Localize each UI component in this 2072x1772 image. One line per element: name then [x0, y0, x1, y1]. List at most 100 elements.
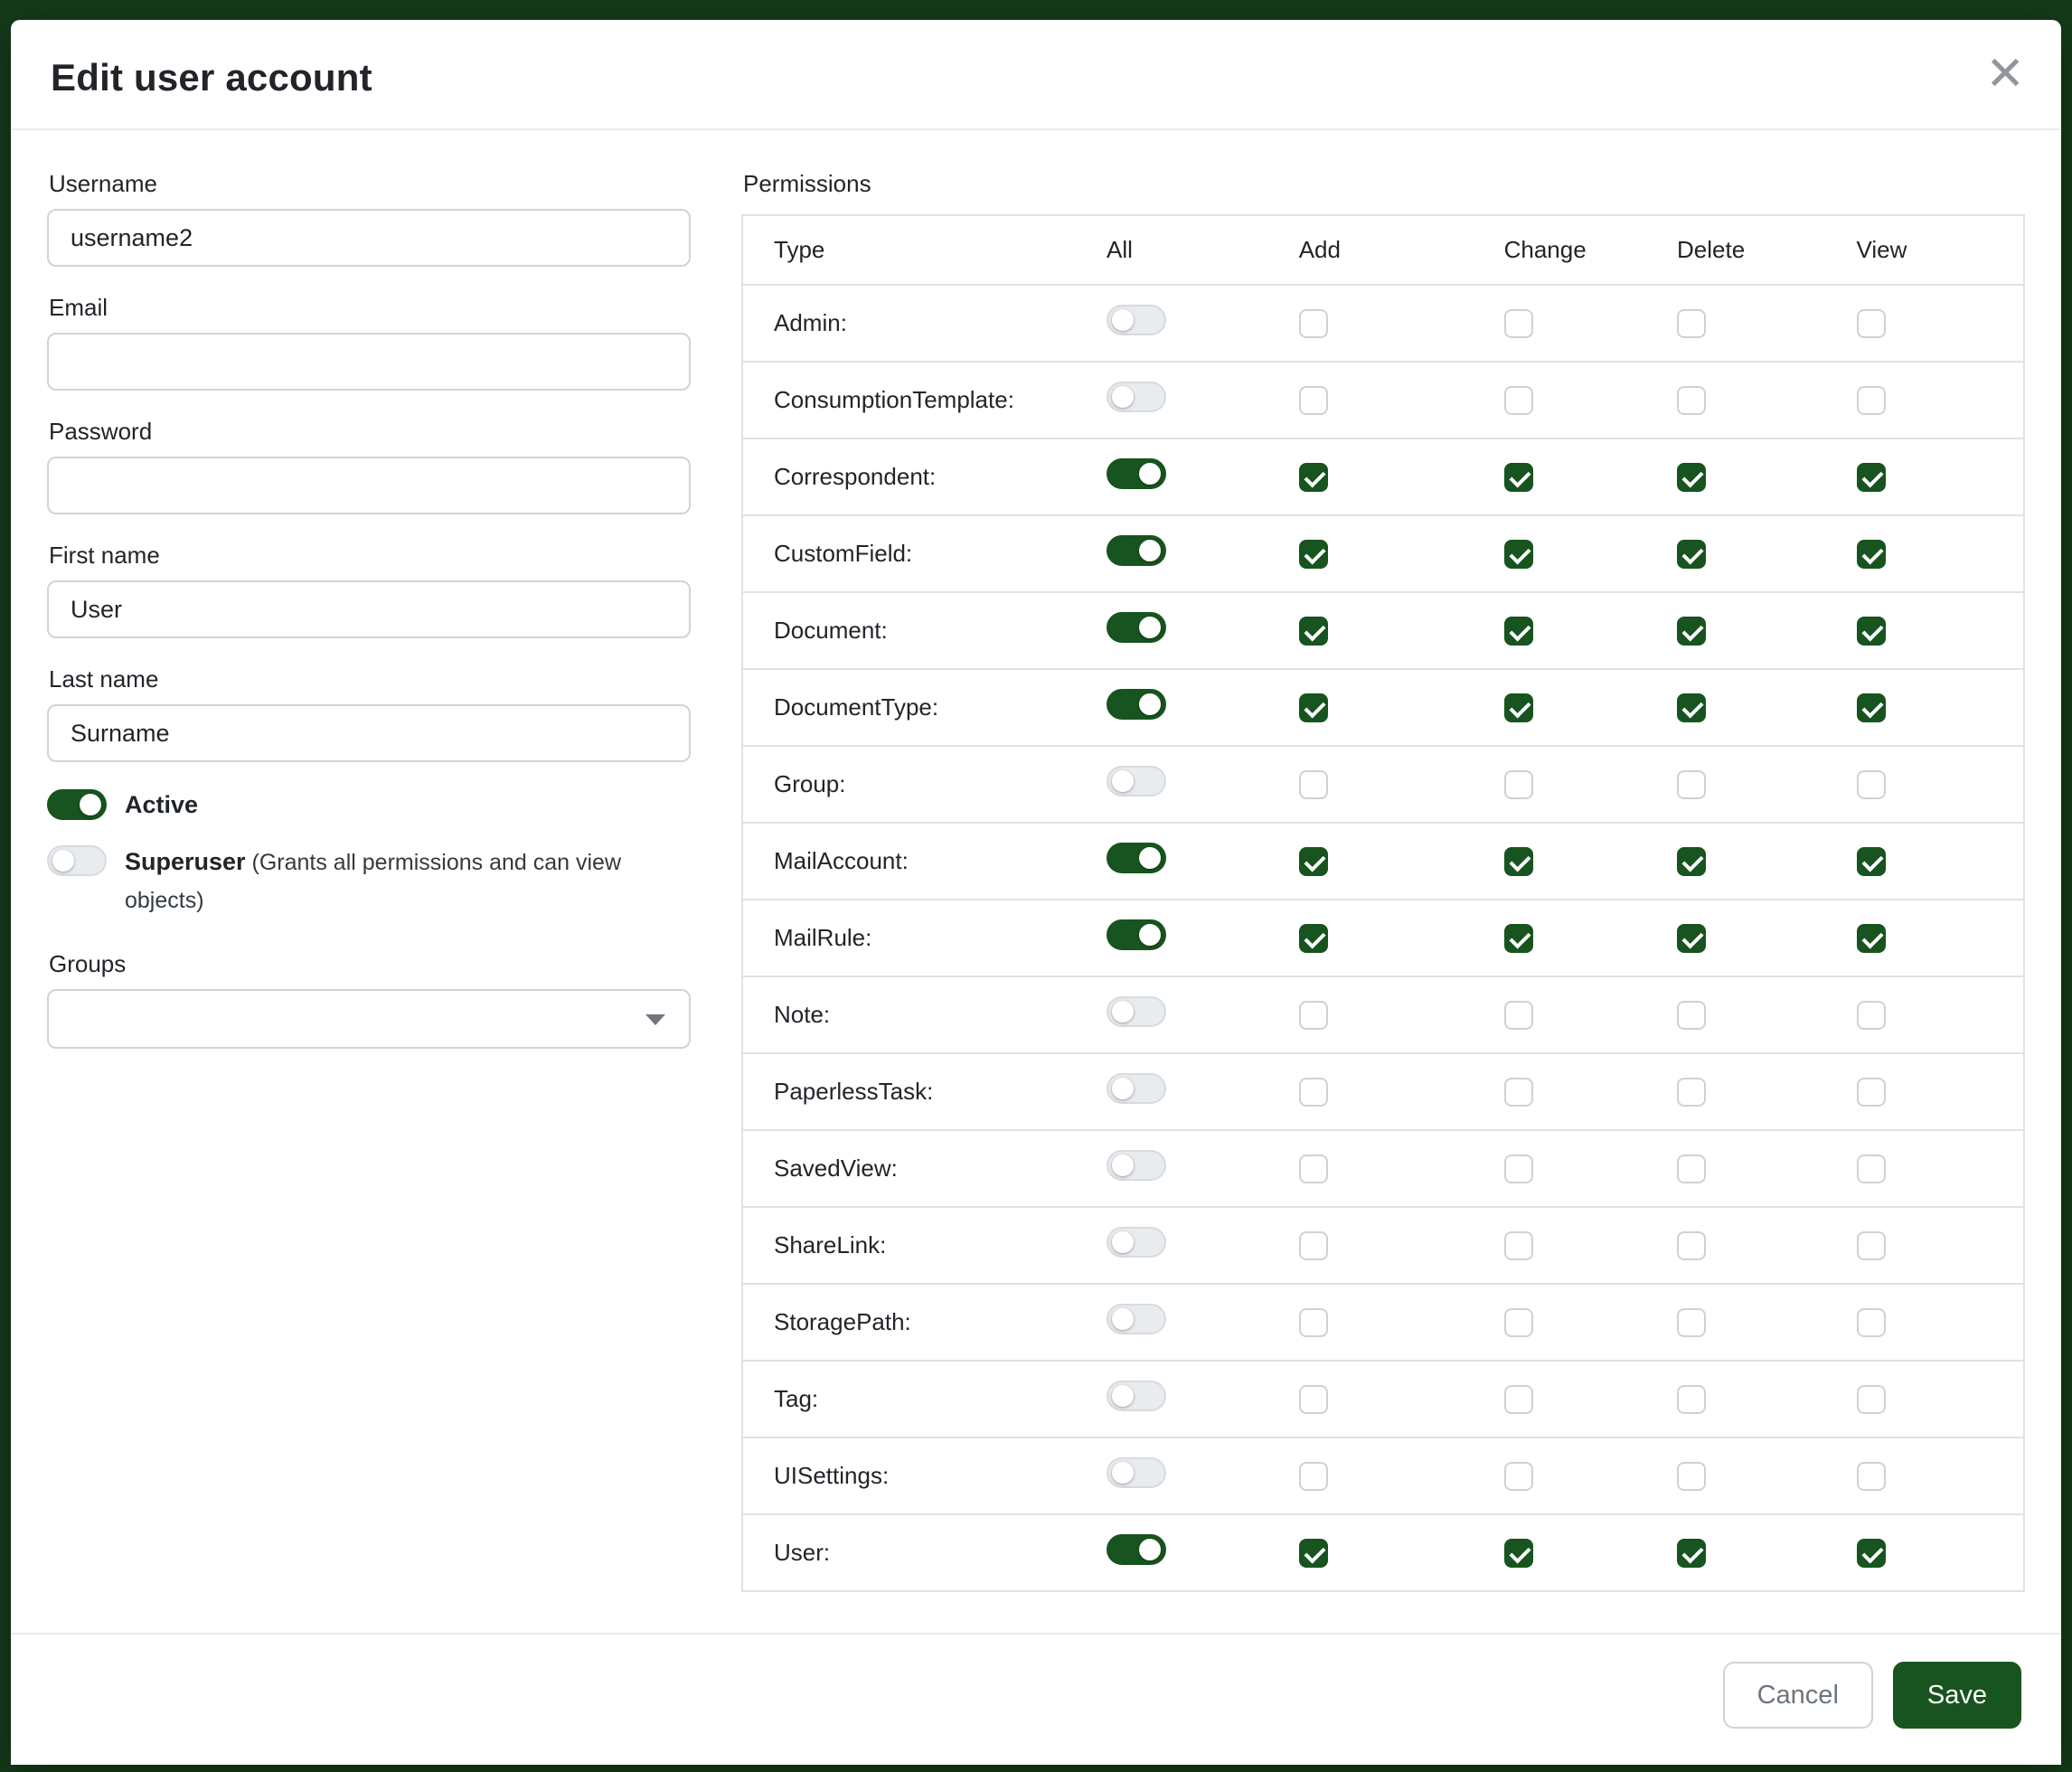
permission-checkbox-change[interactable]	[1504, 1231, 1533, 1260]
first-name-input[interactable]	[47, 580, 691, 638]
active-toggle[interactable]	[47, 789, 107, 820]
permission-checkbox-change[interactable]	[1504, 386, 1533, 415]
permission-toggle-all[interactable]	[1107, 612, 1166, 643]
permission-checkbox-view[interactable]	[1857, 1385, 1886, 1414]
permission-toggle-all[interactable]	[1107, 1304, 1166, 1334]
permission-checkbox-add[interactable]	[1299, 540, 1328, 569]
permission-checkbox-change[interactable]	[1504, 540, 1533, 569]
permission-toggle-all[interactable]	[1107, 1534, 1166, 1565]
permission-checkbox-delete[interactable]	[1677, 847, 1706, 876]
permission-checkbox-change[interactable]	[1504, 1078, 1533, 1107]
permission-checkbox-add[interactable]	[1299, 617, 1328, 646]
permission-checkbox-delete[interactable]	[1677, 540, 1706, 569]
permission-checkbox-view[interactable]	[1857, 1231, 1886, 1260]
permission-toggle-all[interactable]	[1107, 305, 1166, 335]
permission-checkbox-add[interactable]	[1299, 1001, 1328, 1030]
permission-checkbox-view[interactable]	[1857, 1155, 1886, 1183]
cancel-button[interactable]: Cancel	[1723, 1662, 1873, 1729]
permission-checkbox-delete[interactable]	[1677, 1462, 1706, 1491]
permission-checkbox-add[interactable]	[1299, 1155, 1328, 1183]
permission-toggle-all[interactable]	[1107, 766, 1166, 796]
permission-checkbox-add[interactable]	[1299, 924, 1328, 953]
permission-checkbox-delete[interactable]	[1677, 1231, 1706, 1260]
permission-toggle-all[interactable]	[1107, 1457, 1166, 1488]
groups-select[interactable]	[47, 989, 691, 1049]
permission-checkbox-change[interactable]	[1504, 924, 1533, 953]
permission-checkbox-add[interactable]	[1299, 386, 1328, 415]
permission-checkbox-add[interactable]	[1299, 847, 1328, 876]
permission-checkbox-delete[interactable]	[1677, 463, 1706, 492]
permission-checkbox-change[interactable]	[1504, 463, 1533, 492]
permission-checkbox-add[interactable]	[1299, 309, 1328, 338]
close-icon[interactable]: ✕	[1985, 51, 2025, 98]
permission-checkbox-delete[interactable]	[1677, 1001, 1706, 1030]
password-input[interactable]	[47, 457, 691, 514]
permission-checkbox-change[interactable]	[1504, 770, 1533, 799]
permission-checkbox-add[interactable]	[1299, 1078, 1328, 1107]
last-name-input[interactable]	[47, 704, 691, 762]
permission-checkbox-view[interactable]	[1857, 770, 1886, 799]
permission-checkbox-change[interactable]	[1504, 617, 1533, 646]
permission-checkbox-view[interactable]	[1857, 617, 1886, 646]
first-name-label: First name	[49, 542, 691, 570]
permission-toggle-all[interactable]	[1107, 689, 1166, 720]
permission-checkbox-delete[interactable]	[1677, 770, 1706, 799]
permission-toggle-all[interactable]	[1107, 919, 1166, 950]
permission-toggle-all[interactable]	[1107, 382, 1166, 412]
permission-toggle-all[interactable]	[1107, 1073, 1166, 1104]
permission-checkbox-view[interactable]	[1857, 847, 1886, 876]
permission-toggle-all[interactable]	[1107, 996, 1166, 1027]
permission-checkbox-delete[interactable]	[1677, 1539, 1706, 1568]
permission-type-label: Note:	[742, 976, 1101, 1053]
first-name-field-group: First name	[47, 542, 691, 638]
permission-checkbox-view[interactable]	[1857, 924, 1886, 953]
permission-checkbox-change[interactable]	[1504, 847, 1533, 876]
permission-checkbox-add[interactable]	[1299, 1231, 1328, 1260]
permission-checkbox-view[interactable]	[1857, 1001, 1886, 1030]
permission-checkbox-delete[interactable]	[1677, 924, 1706, 953]
permission-checkbox-add[interactable]	[1299, 1385, 1328, 1414]
permission-checkbox-view[interactable]	[1857, 309, 1886, 338]
permission-checkbox-change[interactable]	[1504, 1462, 1533, 1491]
permission-toggle-all[interactable]	[1107, 535, 1166, 566]
permission-checkbox-add[interactable]	[1299, 1539, 1328, 1568]
permission-checkbox-add[interactable]	[1299, 1462, 1328, 1491]
email-input[interactable]	[47, 333, 691, 391]
permission-checkbox-view[interactable]	[1857, 540, 1886, 569]
permission-toggle-all[interactable]	[1107, 1227, 1166, 1258]
permission-checkbox-change[interactable]	[1504, 1308, 1533, 1337]
permission-checkbox-delete[interactable]	[1677, 1385, 1706, 1414]
permission-checkbox-change[interactable]	[1504, 1001, 1533, 1030]
superuser-toggle[interactable]	[47, 845, 107, 876]
permission-toggle-all[interactable]	[1107, 1381, 1166, 1411]
save-button[interactable]: Save	[1893, 1662, 2021, 1729]
user-form: Username Email Password First name Last …	[47, 170, 691, 1615]
permission-checkbox-view[interactable]	[1857, 1462, 1886, 1491]
permission-checkbox-delete[interactable]	[1677, 1155, 1706, 1183]
permission-checkbox-add[interactable]	[1299, 693, 1328, 722]
permission-checkbox-delete[interactable]	[1677, 1078, 1706, 1107]
permission-checkbox-delete[interactable]	[1677, 309, 1706, 338]
permission-checkbox-add[interactable]	[1299, 1308, 1328, 1337]
permission-toggle-all[interactable]	[1107, 458, 1166, 489]
permission-checkbox-change[interactable]	[1504, 309, 1533, 338]
permission-checkbox-change[interactable]	[1504, 1155, 1533, 1183]
permission-checkbox-view[interactable]	[1857, 386, 1886, 415]
permission-checkbox-view[interactable]	[1857, 463, 1886, 492]
permission-checkbox-delete[interactable]	[1677, 617, 1706, 646]
permission-checkbox-delete[interactable]	[1677, 386, 1706, 415]
permission-checkbox-view[interactable]	[1857, 1308, 1886, 1337]
permission-checkbox-delete[interactable]	[1677, 693, 1706, 722]
permission-checkbox-view[interactable]	[1857, 1539, 1886, 1568]
permission-checkbox-change[interactable]	[1504, 1385, 1533, 1414]
permission-checkbox-view[interactable]	[1857, 1078, 1886, 1107]
permission-toggle-all[interactable]	[1107, 1150, 1166, 1181]
permission-checkbox-delete[interactable]	[1677, 1308, 1706, 1337]
permission-checkbox-change[interactable]	[1504, 1539, 1533, 1568]
permission-toggle-all[interactable]	[1107, 843, 1166, 873]
permission-checkbox-add[interactable]	[1299, 463, 1328, 492]
permission-checkbox-view[interactable]	[1857, 693, 1886, 722]
permission-checkbox-change[interactable]	[1504, 693, 1533, 722]
username-input[interactable]	[47, 209, 691, 267]
permission-checkbox-add[interactable]	[1299, 770, 1328, 799]
